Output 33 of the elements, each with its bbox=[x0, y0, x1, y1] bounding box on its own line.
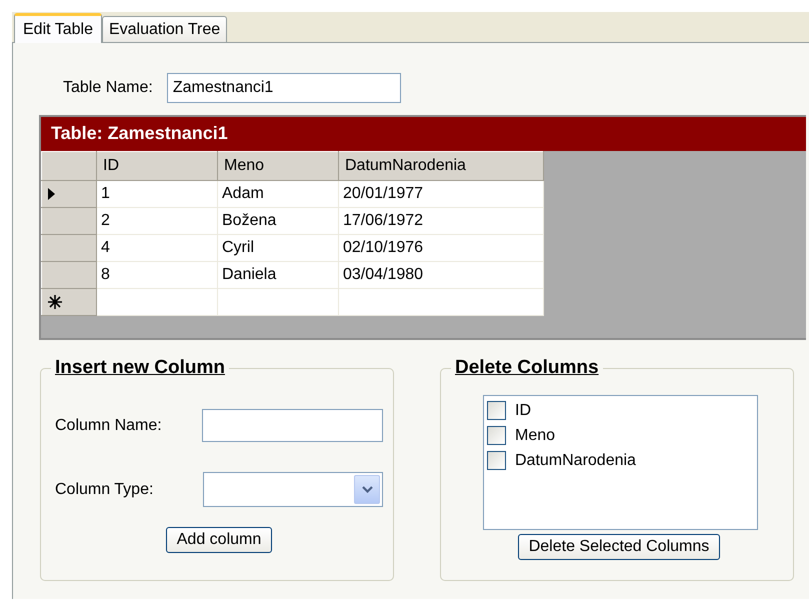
table-cell: 17/06/1972 bbox=[338, 208, 544, 234]
column-header[interactable]: ID bbox=[96, 152, 218, 180]
column-header[interactable]: DatumNarodenia bbox=[338, 152, 544, 180]
checkbox-label: DatumNarodenia bbox=[515, 452, 636, 470]
grid-caption: Table: Zamestnanci1 bbox=[41, 117, 806, 151]
table-cell: Cyril bbox=[218, 234, 338, 262]
checkbox[interactable] bbox=[487, 426, 506, 445]
chevron-down-icon bbox=[362, 486, 372, 493]
field-label: Column Type: bbox=[55, 480, 154, 498]
dropdown-field[interactable] bbox=[203, 472, 383, 507]
tab[interactable]: Evaluation Tree bbox=[102, 16, 228, 42]
delete-columns-button[interactable]: Delete Selected Columns bbox=[518, 534, 720, 560]
table-cell: 20/01/1977 bbox=[338, 180, 544, 208]
table-cell: Daniela bbox=[218, 262, 338, 288]
table-cell: 2 bbox=[96, 208, 218, 234]
checkbox[interactable] bbox=[487, 451, 506, 470]
tab[interactable]: Edit Table bbox=[14, 13, 102, 43]
table-cell: Božena bbox=[218, 208, 338, 234]
checkbox-label: Meno bbox=[515, 426, 556, 444]
input-field[interactable]: Zamestnanci1 bbox=[166, 73, 401, 103]
table-cell: Adam bbox=[218, 180, 338, 208]
column-header[interactable]: Meno bbox=[218, 152, 338, 180]
checkbox[interactable] bbox=[487, 401, 506, 420]
table-cell: 02/10/1976 bbox=[338, 234, 544, 262]
input-field[interactable] bbox=[202, 409, 383, 442]
field-label: Table Name: bbox=[63, 79, 153, 97]
add-column-button[interactable]: Add column bbox=[166, 527, 272, 553]
table-cell: 03/04/1980 bbox=[338, 262, 544, 288]
table-cell: 1 bbox=[96, 180, 218, 208]
table-cell: 4 bbox=[96, 234, 218, 262]
checkbox-label: ID bbox=[515, 402, 531, 420]
field-label: Column Name: bbox=[55, 416, 162, 434]
table-cell: 8 bbox=[96, 262, 218, 288]
